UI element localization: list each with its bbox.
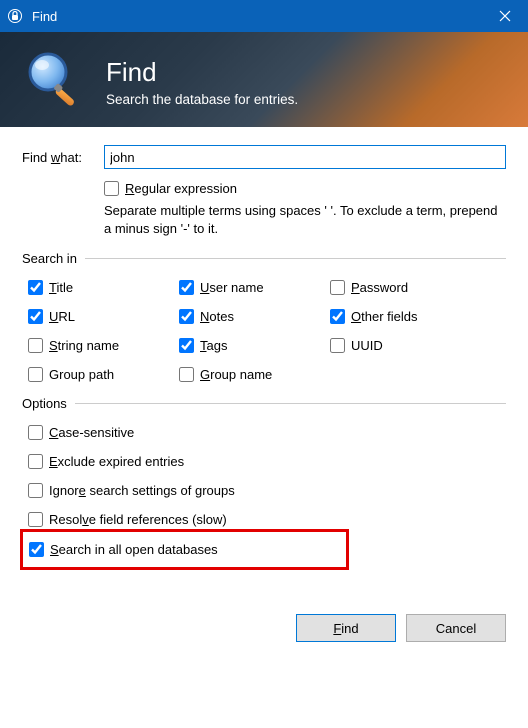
banner-subtitle: Search the database for entries. <box>106 92 298 107</box>
window-title: Find <box>32 9 482 24</box>
regex-label: Regular expression <box>125 181 237 196</box>
find-button[interactable]: Find <box>296 614 396 642</box>
options-legend: Options <box>22 396 75 411</box>
chk-resolve-field-refs[interactable]: Resolve field references (slow) <box>28 512 506 527</box>
dialog-content: Find what: Regular expression Separate m… <box>0 127 528 608</box>
banner: Find Search the database for entries. <box>0 32 528 127</box>
chk-ignore-search-settings[interactable]: Ignore search settings of groups <box>28 483 506 498</box>
chk-stringname[interactable]: String name <box>28 338 179 353</box>
options-group: Options Case-sensitive Exclude expired e… <box>22 396 506 586</box>
help-text: Separate multiple terms using spaces ' '… <box>104 202 506 237</box>
chk-search-all-open[interactable]: Search in all open databases <box>29 542 338 557</box>
find-what-input[interactable] <box>104 145 506 169</box>
chk-url[interactable]: URL <box>28 309 179 324</box>
app-lock-icon <box>6 7 24 25</box>
chk-uuid[interactable]: UUID <box>330 338 481 353</box>
close-button[interactable] <box>482 0 528 32</box>
search-all-open-highlight: Search in all open databases <box>20 529 349 570</box>
regex-checkbox[interactable]: Regular expression <box>104 181 506 196</box>
banner-title: Find <box>106 57 298 88</box>
chk-otherfields[interactable]: Other fields <box>330 309 481 324</box>
chk-notes[interactable]: Notes <box>179 309 330 324</box>
chk-tags[interactable]: Tags <box>179 338 330 353</box>
chk-title[interactable]: Title <box>28 280 179 295</box>
chk-password[interactable]: Password <box>330 280 481 295</box>
chk-username[interactable]: User name <box>179 280 330 295</box>
search-in-group: Search in Title User name Password URL N… <box>22 251 506 388</box>
chk-exclude-expired[interactable]: Exclude expired entries <box>28 454 506 469</box>
title-bar: Find <box>0 0 528 32</box>
magnifier-icon <box>20 46 88 114</box>
button-row: Find Cancel <box>0 608 528 652</box>
chk-grouppath[interactable]: Group path <box>28 367 179 382</box>
chk-groupname[interactable]: Group name <box>179 367 330 382</box>
search-in-legend: Search in <box>22 251 85 266</box>
chk-case-sensitive[interactable]: Case-sensitive <box>28 425 506 440</box>
close-icon <box>499 10 511 22</box>
cancel-button[interactable]: Cancel <box>406 614 506 642</box>
find-what-label: Find what: <box>22 150 104 165</box>
regex-checkbox-input[interactable] <box>104 181 119 196</box>
